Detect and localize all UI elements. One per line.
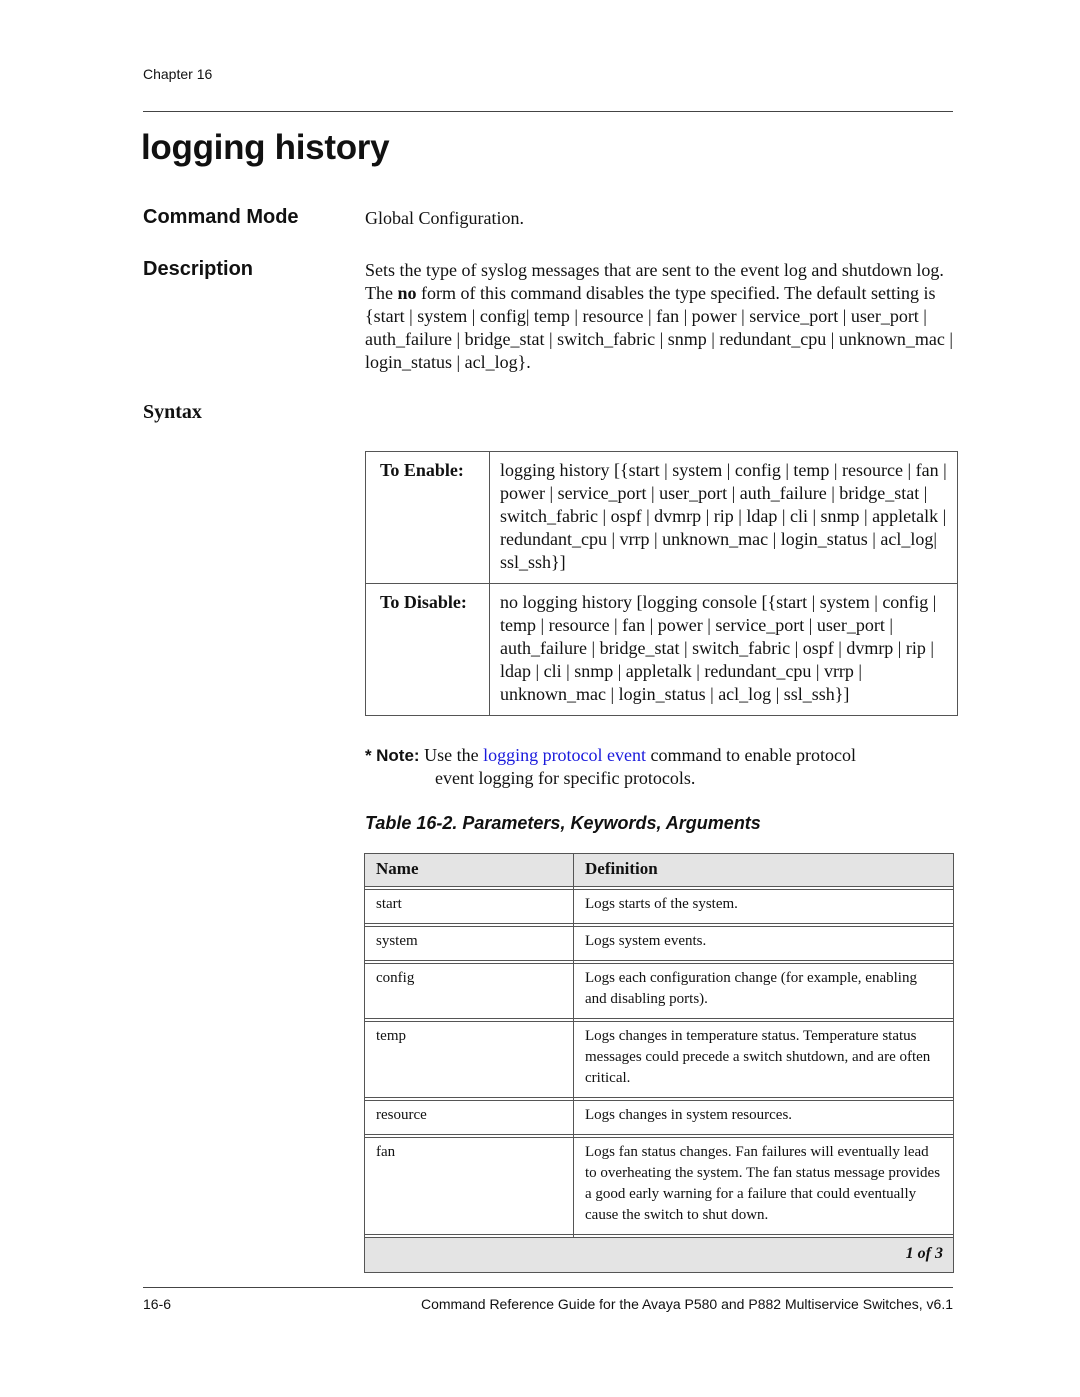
syntax-row-disable: To Disable: no logging history [logging …: [365, 583, 958, 716]
param-name: fan: [364, 1137, 574, 1235]
table-footer-row: 1 of 3: [364, 1237, 954, 1273]
top-divider: [143, 111, 953, 112]
note-star-icon: *: [365, 746, 372, 765]
note-label: Note:: [376, 746, 420, 765]
param-definition: Logs changes in temperature status. Temp…: [573, 1021, 954, 1098]
table-continuation-indicator: 1 of 3: [364, 1237, 954, 1273]
header-definition: Definition: [573, 853, 954, 887]
param-name: system: [364, 926, 574, 961]
footer-guide-title: Command Reference Guide for the Avaya P5…: [420, 1296, 953, 1312]
table-row: resource Logs changes in system resource…: [364, 1100, 954, 1135]
param-definition: Logs system events.: [573, 926, 954, 961]
description-bold-keyword: no: [397, 283, 417, 303]
parameters-table: Name Definition start Logs starts of the…: [364, 853, 954, 1273]
param-definition: Logs starts of the system.: [573, 889, 954, 924]
syntax-disable-value: no logging history [logging console [{st…: [489, 583, 958, 716]
syntax-label: Syntax: [143, 401, 202, 423]
table-caption: Table 16-2. Parameters, Keywords, Argume…: [365, 813, 761, 833]
syntax-enable-label: To Enable:: [365, 451, 490, 584]
table-row: system Logs system events.: [364, 926, 954, 961]
description-text-part2: form of this command disables the type s…: [365, 283, 953, 372]
note-continuation: event logging for specific protocols.: [435, 768, 696, 788]
table-row: temp Logs changes in temperature status.…: [364, 1021, 954, 1098]
page-number: 16-6: [143, 1296, 172, 1312]
syntax-table: To Enable: logging history [{start | sys…: [365, 451, 958, 716]
note-text-part1: Use the: [424, 745, 484, 765]
note: * Note: Use the logging protocol event c…: [365, 744, 955, 790]
table-row: start Logs starts of the system.: [364, 889, 954, 924]
logging-protocol-event-link[interactable]: logging protocol event: [483, 745, 646, 765]
syntax-disable-label: To Disable:: [365, 583, 490, 716]
page-title: logging history: [141, 128, 390, 167]
table-row: config Logs each configuration change (f…: [364, 963, 954, 1019]
param-name: temp: [364, 1021, 574, 1098]
param-definition: Logs each configuration change (for exam…: [573, 963, 954, 1019]
syntax-enable-value: logging history [{start | system | confi…: [489, 451, 958, 584]
table-row: fan Logs fan status changes. Fan failure…: [364, 1137, 954, 1235]
param-name: resource: [364, 1100, 574, 1135]
param-name: config: [364, 963, 574, 1019]
table-header-row: Name Definition: [364, 853, 954, 887]
description-label: Description: [143, 258, 254, 280]
bottom-divider: [143, 1287, 953, 1288]
command-mode-label: Command Mode: [143, 206, 299, 228]
header-name: Name: [364, 853, 574, 887]
chapter-header: Chapter 16: [143, 66, 213, 82]
param-definition: Logs changes in system resources.: [573, 1100, 954, 1135]
param-definition: Logs fan status changes. Fan failures wi…: [573, 1137, 954, 1235]
param-name: start: [364, 889, 574, 924]
command-mode-value: Global Configuration.: [365, 208, 524, 228]
note-text-part2: command to enable protocol: [646, 745, 856, 765]
description-text: Sets the type of syslog messages that ar…: [365, 259, 960, 374]
syntax-row-enable: To Enable: logging history [{start | sys…: [365, 451, 958, 584]
